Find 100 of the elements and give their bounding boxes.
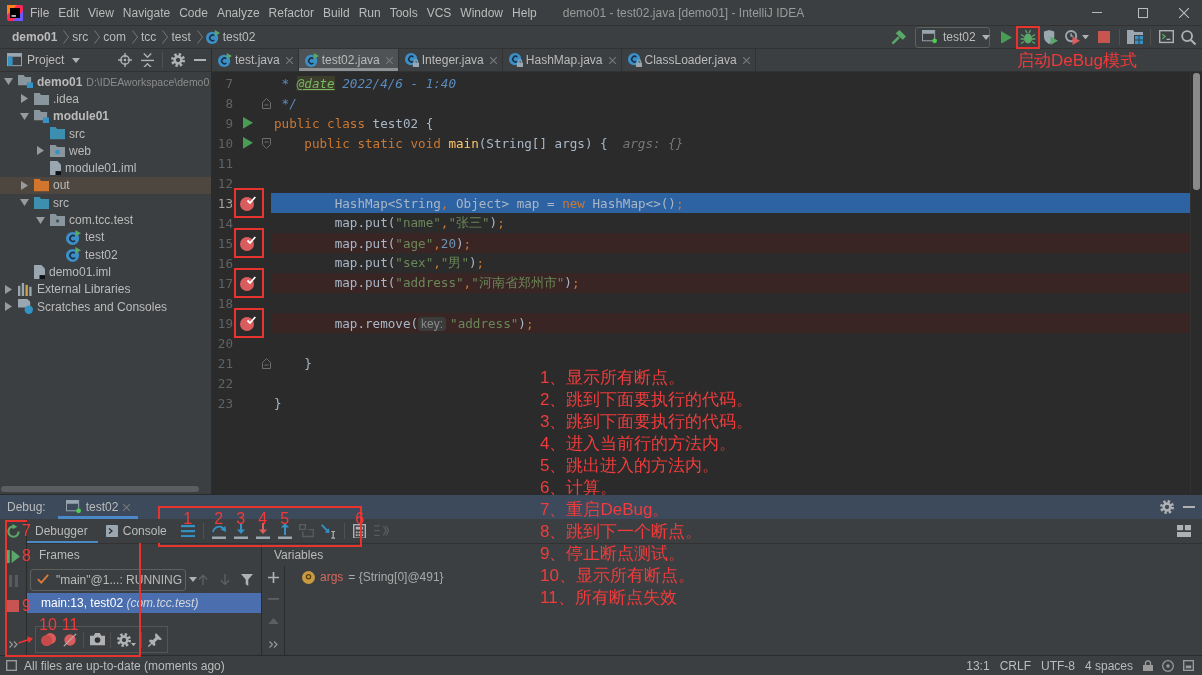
module-file-icon <box>50 160 61 176</box>
line-number: 18 <box>216 295 233 311</box>
arrow-down-icon <box>220 573 230 586</box>
caret-position[interactable]: 13:1 <box>961 656 995 675</box>
search-icon <box>1180 29 1196 45</box>
editor-tab[interactable]: HashMap.java <box>502 49 622 71</box>
caret-icon <box>1082 34 1089 40</box>
pin-icon <box>148 632 162 647</box>
editor-tab[interactable]: test.java <box>212 49 299 71</box>
run-configuration-dropdown[interactable]: test02 <box>915 26 990 48</box>
inspector-icon <box>1162 659 1174 672</box>
maximize-icon <box>1138 7 1148 18</box>
library-icon <box>18 282 33 296</box>
breadcrumb[interactable]: test02 <box>205 27 256 47</box>
lines-icon <box>180 524 195 538</box>
annotation-number: 8 <box>22 548 31 564</box>
breadcrumb[interactable]: demo01 <box>12 27 58 47</box>
tree-item[interactable]: src <box>0 194 211 212</box>
annotation-number: 4 <box>258 511 268 527</box>
double-chevron-icon <box>268 640 278 648</box>
variable-item[interactable]: args = {String[0]@491} <box>302 567 444 587</box>
rerun-icon <box>5 523 21 539</box>
tree-item[interactable]: .idea <box>0 90 211 108</box>
chevron-icon <box>94 30 101 44</box>
gear-icon <box>171 53 185 67</box>
tree-item[interactable]: Scratches and Consoles <box>0 297 211 316</box>
editor-tab[interactable]: ClassLoader.java <box>621 49 756 71</box>
folder-icon <box>34 92 49 106</box>
tree-item[interactable]: External Libraries <box>0 280 211 298</box>
file-encoding[interactable]: UTF-8 <box>1035 656 1080 675</box>
status-message: All files are up-to-date (moments ago) <box>24 658 225 673</box>
code-line: * @date 2022/4/6 - 1:40 <box>280 75 456 91</box>
session-tab[interactable]: test02 <box>57 495 139 519</box>
annotation-note: 2、跳到下面要执行的代码。 <box>540 389 754 411</box>
scratches-icon <box>18 299 33 314</box>
annotation-note: 10、显示所有断点。 <box>540 565 695 587</box>
line-number: 17 <box>216 275 233 291</box>
tree-item[interactable]: demo01.iml <box>0 263 211 281</box>
menu-item[interactable]: Run <box>354 2 385 23</box>
tree-item[interactable]: test02 <box>0 245 211 264</box>
menu-item[interactable]: View <box>84 2 118 23</box>
annotation-note: 11、所有断点失效 <box>540 587 677 609</box>
line-number: 7 <box>224 75 233 91</box>
tree-item[interactable]: web <box>0 142 211 160</box>
annotation-number: 2 <box>214 511 224 527</box>
annotation-note: 4、进入当前行的方法内。 <box>540 433 737 455</box>
run-icon <box>1000 30 1012 44</box>
line-number: 15 <box>216 235 233 251</box>
annotation-note: 9、停止断点测试。 <box>540 543 686 565</box>
tree-item[interactable]: out <box>0 176 211 195</box>
menu-item[interactable]: Analyze <box>212 2 264 23</box>
annotation-number: 10 <box>39 616 57 633</box>
close-icon <box>285 56 293 64</box>
tree-item[interactable]: module01 <box>0 107 211 125</box>
code-line: } <box>303 355 312 371</box>
line-separator[interactable]: CRLF <box>994 656 1036 675</box>
minimize-icon <box>1092 12 1102 13</box>
arrow-up-icon <box>198 573 208 586</box>
line-number: 16 <box>216 255 233 271</box>
minus-icon <box>194 59 206 61</box>
triangle-up-icon <box>267 617 279 625</box>
menu-item[interactable]: Refactor <box>264 2 318 23</box>
window-icon <box>7 53 22 67</box>
mute-breakpoints-icon <box>63 632 77 647</box>
web-folder-icon <box>50 144 65 157</box>
breadcrumb[interactable]: com <box>103 27 127 47</box>
module-file-icon <box>34 264 45 280</box>
hammer-icon <box>890 29 906 45</box>
editor-tab[interactable]: test02.java <box>298 49 399 71</box>
breadcrumb[interactable]: test <box>171 27 191 47</box>
breadcrumb[interactable]: src <box>72 27 89 47</box>
class-icon <box>66 247 81 263</box>
menu-item[interactable]: Help <box>508 2 541 23</box>
menu-item[interactable]: Tools <box>385 2 422 23</box>
tree-item[interactable]: module01.iml <box>0 159 211 177</box>
editor-tab[interactable]: Integer.java <box>398 49 503 71</box>
plus-icon <box>267 571 279 583</box>
caret-icon <box>72 57 81 63</box>
menu-item[interactable]: Edit <box>54 2 84 23</box>
force-step-into-icon <box>254 523 271 539</box>
minus-icon <box>1183 506 1195 508</box>
tree-item[interactable]: test <box>0 228 211 246</box>
project-view-dropdown[interactable]: Project <box>27 50 81 70</box>
caret-icon <box>981 34 990 40</box>
menu-item[interactable]: Code <box>175 2 212 23</box>
tree-item[interactable]: src <box>0 124 211 143</box>
menu-item[interactable]: VCS <box>422 2 456 23</box>
panel-header: Frames <box>39 548 80 562</box>
excluded-folder-icon <box>34 179 49 192</box>
chevron-icon <box>162 30 169 44</box>
menu-item[interactable]: Window <box>456 2 508 23</box>
menu-item[interactable]: File <box>26 2 54 23</box>
tree-item[interactable]: com.tcc.test <box>0 211 211 229</box>
breadcrumb[interactable]: tcc <box>141 27 157 47</box>
indent-setting[interactable]: 4 spaces <box>1079 656 1138 675</box>
menu-item[interactable]: Build <box>318 2 354 23</box>
tree-item[interactable]: demo01 D:\IDEAworkspace\demo0 <box>0 73 211 91</box>
menu-item[interactable]: Navigate <box>118 2 175 23</box>
memory-icon <box>1182 660 1194 671</box>
caret-icon <box>189 577 198 582</box>
